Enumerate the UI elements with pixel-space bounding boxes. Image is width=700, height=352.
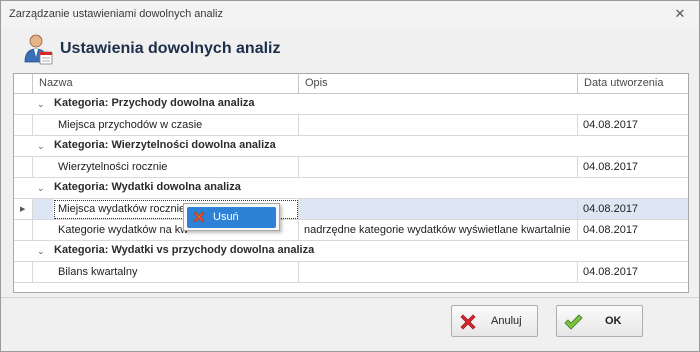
window-title: Zarządzanie ustawieniami dowolnych anali… <box>9 8 224 20</box>
column-header-description[interactable]: Opis <box>299 74 578 94</box>
context-menu: Usuń <box>183 203 280 231</box>
cell-description[interactable] <box>299 157 578 178</box>
current-row-arrow-icon: ▶ <box>20 206 26 213</box>
group-label: Kategoria: Wydatki vs przychody dowolna … <box>54 244 315 256</box>
row-indicator[interactable] <box>14 157 33 178</box>
cell-description[interactable]: nadrzędne kategorie wydatków wyświetlane… <box>299 220 578 241</box>
group-label: Kategoria: Wierzytelności dowolna analiz… <box>54 139 276 151</box>
chevron-down-icon[interactable]: ⌄ <box>37 98 49 110</box>
group-row[interactable]: ⌄ Kategoria: Wydatki dowolna analiza <box>14 178 688 199</box>
table-row[interactable]: Bilans kwartalny 04.08.2017 <box>14 262 688 283</box>
cell-description[interactable] <box>299 115 578 136</box>
menu-item-label: Usuń <box>213 211 239 223</box>
cell-description[interactable] <box>299 262 578 283</box>
chevron-down-icon[interactable]: ⌄ <box>37 245 49 257</box>
cancel-button[interactable]: Anuluj <box>451 305 538 337</box>
chevron-down-icon[interactable]: ⌄ <box>37 182 49 194</box>
ok-button[interactable]: OK <box>556 305 643 337</box>
table-row-selected[interactable]: ▶ Miejsca wydatków rocznie 04.08.2017 <box>14 199 688 220</box>
menu-item-delete[interactable]: Usuń <box>187 207 276 228</box>
page-title: Ustawienia dowolnych analiz <box>60 40 281 57</box>
group-row[interactable]: ⌄ Kategoria: Wydatki vs przychody dowoln… <box>14 241 688 262</box>
column-header-date[interactable]: Data utworzenia <box>578 74 688 94</box>
group-label: Kategoria: Przychody dowolna analiza <box>54 97 255 109</box>
cell-description[interactable] <box>299 199 578 220</box>
cell-date[interactable]: 04.08.2017 <box>578 220 688 241</box>
divider <box>1 297 699 298</box>
analyses-grid: Nazwa Opis Data utworzenia ⌄ Kategoria: … <box>13 73 689 293</box>
column-header-name[interactable]: Nazwa <box>33 74 299 94</box>
group-label: Kategoria: Wydatki dowolna analiza <box>54 181 241 193</box>
dialog-header: Ustawienia dowolnych analiz <box>1 28 699 71</box>
ok-label: OK <box>605 315 622 327</box>
checkmark-icon <box>564 314 583 330</box>
chevron-down-icon[interactable]: ⌄ <box>37 140 49 152</box>
cell-date[interactable]: 04.08.2017 <box>578 157 688 178</box>
cell-date[interactable]: 04.08.2017 <box>578 262 688 283</box>
cell-date[interactable]: 04.08.2017 <box>578 115 688 136</box>
close-icon[interactable]: ✕ <box>672 6 688 22</box>
row-indicator[interactable] <box>14 115 33 136</box>
row-indicator-header <box>14 74 33 94</box>
table-row[interactable]: Kategorie wydatków na kw nadrzędne kateg… <box>14 220 688 241</box>
table-row[interactable]: Wierzytelności rocznie 04.08.2017 <box>14 157 688 178</box>
cell-date[interactable]: 04.08.2017 <box>578 199 688 220</box>
cell-name[interactable]: Wierzytelności rocznie <box>53 157 299 178</box>
cell-name[interactable]: Bilans kwartalny <box>53 262 299 283</box>
table-row[interactable]: Miejsca przychodów w czasie 04.08.2017 <box>14 115 688 136</box>
row-indicator[interactable] <box>14 220 33 241</box>
row-indicator[interactable]: ▶ <box>14 199 33 220</box>
cancel-x-icon <box>460 314 476 330</box>
cell-name[interactable]: Miejsca przychodów w czasie <box>53 115 299 136</box>
user-settings-icon <box>24 34 53 65</box>
group-row[interactable]: ⌄ Kategoria: Wierzytelności dowolna anal… <box>14 136 688 157</box>
cancel-label: Anuluj <box>491 315 522 327</box>
dialog-window: Zarządzanie ustawieniami dowolnych anali… <box>0 0 700 352</box>
delete-x-icon <box>193 211 205 223</box>
row-indicator[interactable] <box>14 262 33 283</box>
title-bar[interactable]: Zarządzanie ustawieniami dowolnych anali… <box>1 1 699 28</box>
group-row[interactable]: ⌄ Kategoria: Przychody dowolna analiza <box>14 94 688 115</box>
